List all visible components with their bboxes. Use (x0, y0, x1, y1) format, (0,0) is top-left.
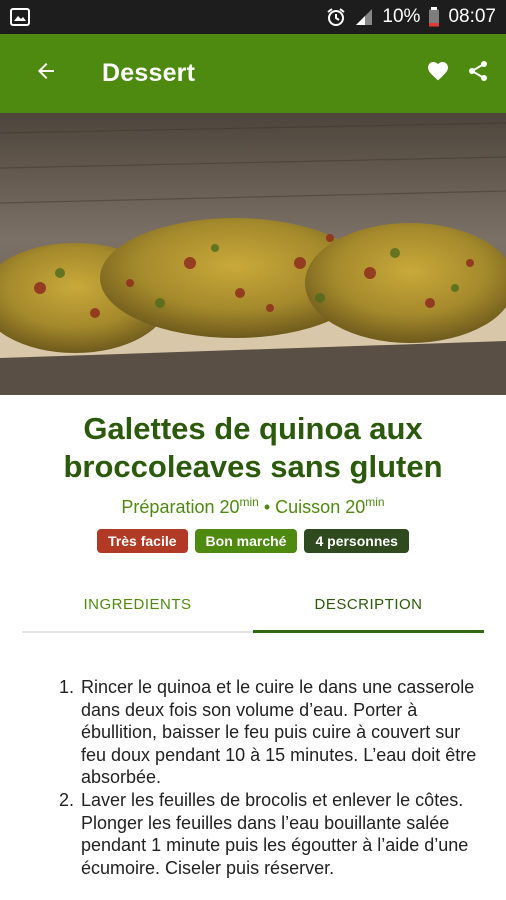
favorite-button[interactable] (418, 50, 458, 98)
image-icon (10, 8, 30, 26)
share-icon (466, 59, 490, 88)
back-button[interactable] (22, 50, 70, 98)
back-arrow-icon (34, 59, 58, 88)
recipe-title: Galettes de quinoa aux broccoleaves sans… (63, 411, 443, 484)
servings-badge: 4 personnes (304, 529, 409, 553)
time-separator: • (258, 497, 276, 517)
recipe-photo (0, 113, 506, 395)
difficulty-badge: Très facile (97, 529, 188, 553)
battery-icon (428, 7, 440, 27)
app-bar: Dessert (0, 34, 506, 113)
list-item: Rincer le quinoa et le cuire le dans une… (79, 676, 477, 789)
cook-unit: min (365, 495, 385, 509)
clock: 08:07 (448, 6, 496, 27)
page-title: Dessert (102, 59, 196, 87)
tab-bar: INGREDIENTS DESCRIPTION (22, 578, 484, 633)
status-bar: 10% 08:07 (0, 0, 506, 34)
recipe-badges: Très facile Bon marché 4 personnes (0, 529, 506, 553)
cost-badge: Bon marché (194, 529, 298, 553)
tab-description[interactable]: DESCRIPTION (253, 578, 484, 633)
cook-time: Cuisson 20 (275, 497, 366, 517)
prep-unit: min (239, 495, 259, 509)
share-button[interactable] (458, 50, 498, 98)
description-steps: Rincer le quinoa et le cuire le dans une… (57, 676, 477, 879)
battery-percent: 10% (382, 6, 421, 27)
tab-ingredients[interactable]: INGREDIENTS (22, 578, 253, 631)
recipe-times: Préparation 20min • Cuisson 20min (0, 495, 506, 518)
signal-icon (354, 8, 374, 26)
list-item: Laver les feuilles de brocolis et enleve… (79, 789, 477, 879)
prep-time: Préparation 20 (121, 497, 240, 517)
alarm-icon (326, 7, 346, 27)
heart-icon (426, 59, 450, 88)
